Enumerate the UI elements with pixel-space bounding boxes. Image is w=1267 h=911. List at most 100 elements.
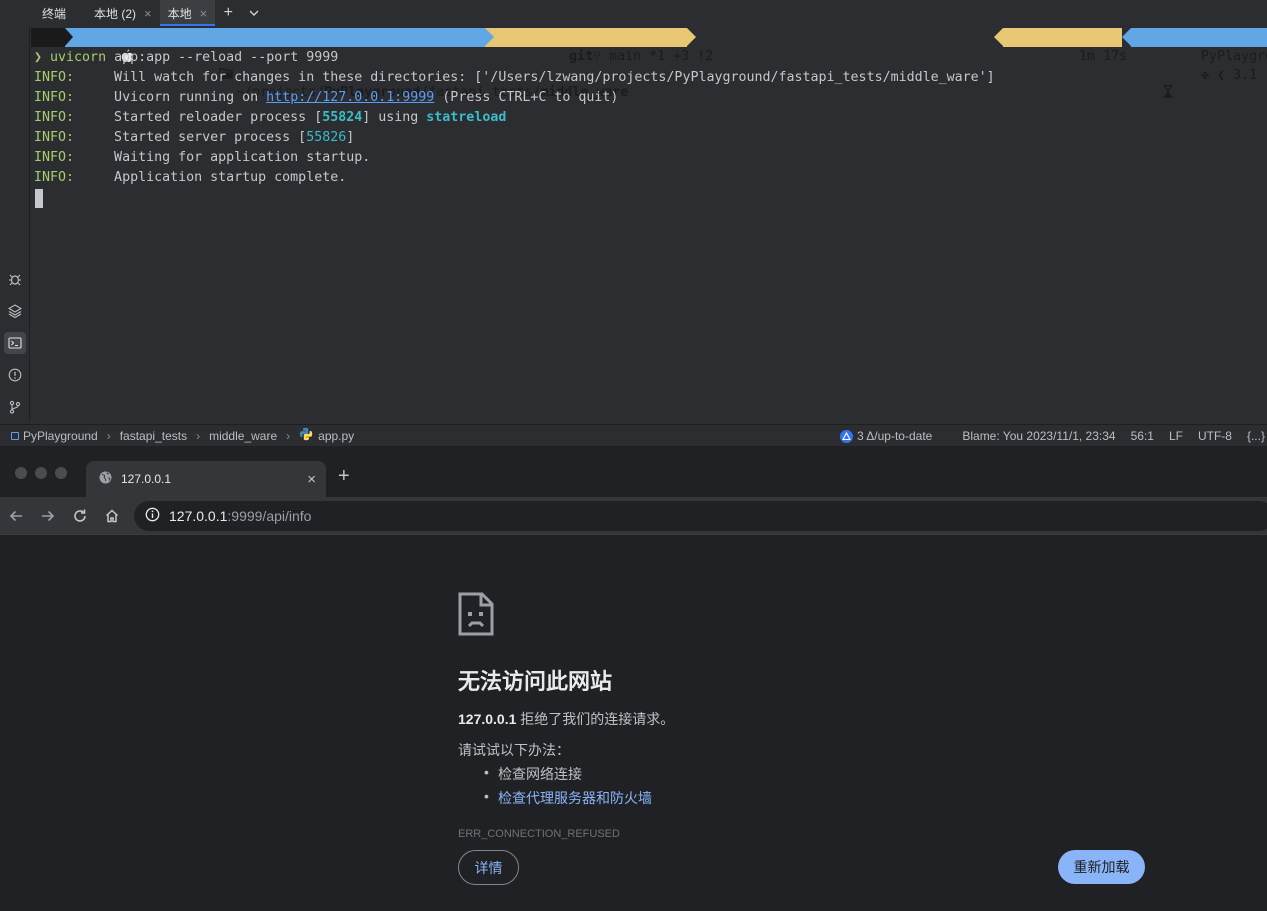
blame-info[interactable]: Blame: You 2023/11/1, 23:34 (962, 429, 1115, 443)
back-icon[interactable] (6, 506, 26, 526)
browser-toolbar: 127.0.0.1:9999/api/info (0, 497, 1267, 535)
breadcrumb-folder[interactable]: middle_ware (209, 429, 277, 443)
log-text: Uvicorn running on (74, 90, 267, 105)
status-widgets: 3 Δ/up-to-date Blame: You 2023/11/1, 23:… (839, 425, 1267, 447)
shell-prompt: ~/projects/PyPlayground/fastapi_tests/mi… (31, 28, 1267, 100)
log-line: INFO: Uvicorn running on http://127.0.0.… (34, 88, 618, 108)
prompt-separator (994, 28, 1003, 46)
command-args: app:app --reload --port 9999 (114, 50, 339, 65)
suggestions-label: 请试试以下办法： (458, 742, 570, 758)
close-icon[interactable]: × (200, 6, 208, 21)
prompt-arrow-icon: ❯ (34, 50, 43, 65)
git-status: main *1 +3 !2 (609, 49, 714, 64)
error-host: 127.0.0.1 (458, 711, 517, 727)
breadcrumb: PyPlayground › fastapi_tests › middle_wa… (0, 425, 354, 447)
window-zoom-dot[interactable] (55, 467, 67, 479)
python-version: 3.1 (1233, 68, 1258, 83)
terminal-tool-title: 终端 (0, 0, 78, 26)
forward-icon[interactable] (38, 506, 58, 526)
log-text: Started server process [ (74, 130, 307, 145)
prompt-separator (485, 28, 494, 46)
vcs-text: 3 Δ/up-to-date (856, 429, 933, 443)
ide-status-bar: PyPlayground › fastapi_tests › middle_wa… (0, 424, 1267, 446)
close-icon[interactable]: × (144, 6, 152, 21)
window-close-dot[interactable] (15, 467, 27, 479)
file-encoding[interactable]: UTF-8 (1198, 429, 1232, 443)
command-line: ❯ uvicorn app:app --reload --port 9999 (34, 48, 338, 68)
module-icon (11, 431, 19, 440)
error-code: ERR_CONNECTION_REFUSED (458, 828, 620, 840)
log-text: Will watch for changes in these director… (74, 70, 995, 85)
chevron-right-icon: › (286, 428, 291, 443)
process-id: 55824 (322, 110, 363, 125)
python-env: PyPlayground (1201, 49, 1267, 64)
breadcrumb-project[interactable]: PyPlayground (23, 429, 98, 443)
terminal-tab-bar: 终端 本地 (2) × 本地 × + (0, 0, 1267, 26)
suggestion-link[interactable]: 检查代理服务器和防火墙 (484, 788, 652, 808)
terminal-icon[interactable] (4, 332, 26, 354)
log-text: Waiting for application startup. (74, 150, 371, 165)
globe-icon (99, 471, 112, 487)
log-line: INFO: Application startup complete. (34, 168, 346, 188)
log-text: (Press CTRL+C to quit) (434, 90, 619, 105)
window-minimize-dot[interactable] (35, 467, 47, 479)
prompt-separator (65, 28, 73, 46)
log-text: Started reloader process [ (74, 110, 323, 125)
terminal-output[interactable]: ~/projects/PyPlayground/fastapi_tests/mi… (31, 26, 1267, 422)
log-line: INFO: Will watch for changes in these di… (34, 68, 995, 88)
prompt-separator (1122, 28, 1131, 46)
command: uvicorn (50, 50, 107, 65)
git-branch-glyph-icon: ⑂ (593, 49, 610, 64)
page-content: 无法访问此网站 127.0.0.1 拒绝了我们的连接请求。 请试试以下办法： 检… (0, 536, 1267, 911)
env-segment: PyPlayground ✤ ❮ 3.1 (1131, 28, 1267, 83)
breadcrumb-folder[interactable]: fastapi_tests (120, 429, 187, 443)
debug-icon[interactable] (4, 268, 26, 290)
prompt-separator (687, 28, 696, 46)
ide-window: 终端 本地 (2) × 本地 × + ~/projects/PyPlaygrou… (0, 0, 1267, 446)
json-format-indicator[interactable]: {...} (1247, 429, 1265, 443)
reload-icon[interactable] (70, 506, 90, 526)
terminal-title: 终端 (42, 6, 67, 21)
terminal-tab-local[interactable]: 本地 × (159, 0, 216, 26)
log-text: ] (346, 130, 355, 145)
error-heading: 无法访问此网站 (458, 669, 613, 694)
close-tab-icon[interactable]: × (307, 471, 316, 488)
git-branch-icon[interactable] (4, 396, 26, 418)
log-text: Application startup complete. (74, 170, 347, 185)
layers-icon[interactable] (4, 300, 26, 322)
problems-icon[interactable] (4, 364, 26, 386)
duration-segment: 1m 17s (1003, 28, 1173, 99)
new-tab-icon[interactable]: + (215, 0, 241, 26)
log-level: INFO: (34, 70, 75, 85)
chevron-down-icon[interactable] (241, 0, 267, 26)
breadcrumb-file[interactable]: app.py (318, 429, 354, 443)
vcs-status[interactable]: 3 Δ/up-to-date (839, 429, 947, 443)
log-line: INFO: Started server process [55826] (34, 128, 354, 148)
log-level: INFO: (34, 90, 75, 105)
git-segment: git⑂ main *1 +3 !2 (494, 28, 713, 64)
python-file-icon (299, 427, 313, 444)
site-info-icon[interactable] (145, 507, 160, 525)
log-level: INFO: (34, 150, 75, 165)
browser-tab[interactable]: 127.0.0.1 × (86, 461, 326, 497)
log-level: INFO: (34, 110, 75, 125)
chevron-right-icon: › (196, 428, 201, 443)
url-path: :9999/api/info (227, 508, 312, 524)
cursor-position[interactable]: 56:1 (1131, 429, 1154, 443)
duration: 1m 17s (1079, 49, 1128, 64)
left-tool-strip (0, 26, 30, 422)
details-button[interactable]: 详情 (458, 850, 519, 885)
browser-tab-strip: 127.0.0.1 × + (0, 447, 1267, 497)
process-id: 55826 (306, 130, 347, 145)
line-ending[interactable]: LF (1169, 429, 1183, 443)
server-url-link[interactable]: http://127.0.0.1:9999 (266, 90, 434, 105)
path-segment: ~/projects/PyPlayground/fastapi_tests/mi… (65, 28, 628, 100)
address-bar[interactable]: 127.0.0.1:9999/api/info (134, 501, 1267, 531)
reload-button[interactable]: 重新加载 (1058, 850, 1145, 884)
new-tab-button[interactable]: + (338, 465, 350, 488)
terminal-tab-local-2[interactable]: 本地 (2) × (86, 0, 160, 26)
triangle-up-icon (839, 429, 853, 443)
home-icon[interactable] (102, 506, 122, 526)
error-message: 拒绝了我们的连接请求。 (516, 711, 675, 727)
git-label: git (569, 49, 594, 64)
